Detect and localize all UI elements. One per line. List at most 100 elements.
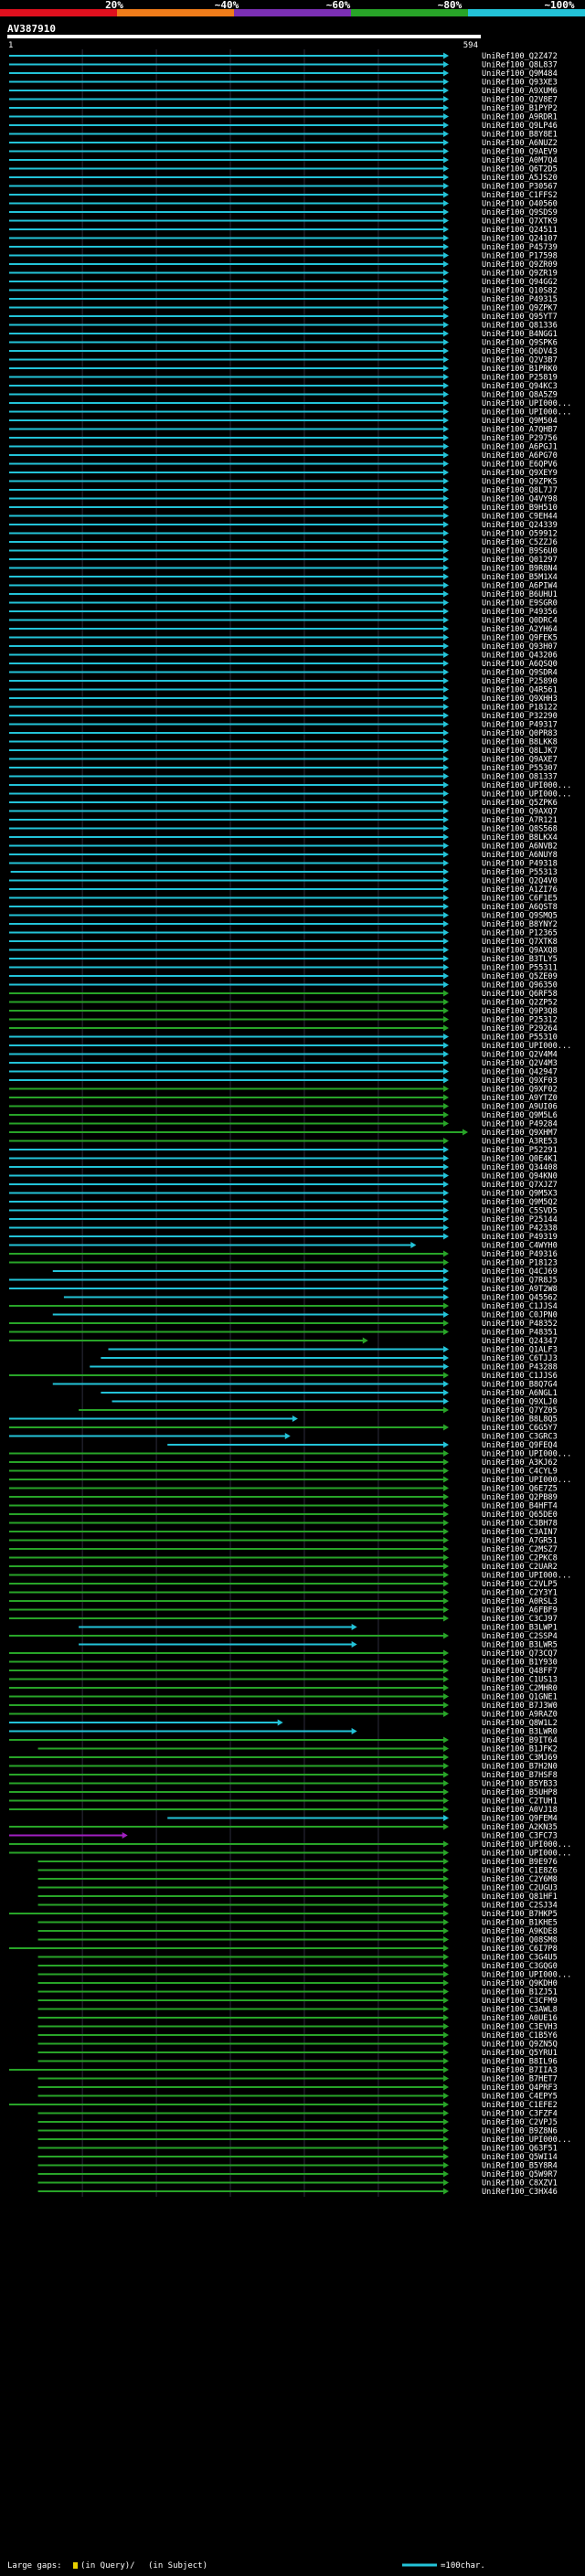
hit-label[interactable]: UniRef100_A7R121 — [482, 816, 558, 825]
hit-label[interactable]: UniRef100_UPI000... — [482, 408, 571, 418]
hit-label[interactable]: UniRef100_P17598 — [482, 252, 558, 261]
hit-label[interactable]: UniRef100_C3HX46 — [482, 2188, 558, 2197]
hit-label[interactable]: UniRef100_A9YTZ0 — [482, 1094, 558, 1103]
hit-label[interactable]: UniRef100_Q9LP46 — [482, 122, 558, 131]
hit-label[interactable]: UniRef100_Q5WI14 — [482, 2153, 558, 2162]
hit-label[interactable]: UniRef100_P49317 — [482, 721, 558, 730]
hit-label[interactable]: UniRef100_Q7XJZ7 — [482, 1181, 558, 1190]
hit-label[interactable]: UniRef100_Q9XHM7 — [482, 1129, 558, 1138]
hit-label[interactable]: UniRef100_C5ZZJ6 — [482, 538, 558, 547]
hit-label[interactable]: UniRef100_A0VJ18 — [482, 1806, 558, 1815]
hit-label[interactable]: UniRef100_A9RAZ0 — [482, 1711, 558, 1720]
hit-label[interactable]: UniRef100_UPI000... — [482, 1840, 571, 1850]
hit-label[interactable]: UniRef100_C2SJ34 — [482, 1902, 558, 1911]
hit-label[interactable]: UniRef100_Q2V4M3 — [482, 1059, 558, 1068]
hit-label[interactable]: UniRef100_A6QSQ0 — [482, 660, 558, 669]
hit-label[interactable]: UniRef100_Q24347 — [482, 1337, 558, 1346]
hit-label[interactable]: UniRef100_Q9AXQ8 — [482, 947, 558, 956]
hit-label[interactable]: UniRef100_A6NUZ2 — [482, 139, 558, 148]
hit-label[interactable]: UniRef100_Q9XF02 — [482, 1086, 558, 1095]
hit-label[interactable]: UniRef100_Q4CJ69 — [482, 1267, 558, 1277]
hit-label[interactable]: UniRef100_C2Y6M8 — [482, 1875, 558, 1884]
hit-label[interactable]: UniRef100_O59912 — [482, 530, 558, 539]
hit-label[interactable]: UniRef100_C3FZF4 — [482, 2110, 558, 2119]
hit-label[interactable]: UniRef100_Q9FEQ4 — [482, 1441, 558, 1450]
hit-label[interactable]: UniRef100_A9KDE8 — [482, 1927, 558, 1936]
hit-label[interactable]: UniRef100_B1PRK0 — [482, 365, 558, 374]
hit-label[interactable]: UniRef100_Q9ZR09 — [482, 260, 558, 270]
hit-label[interactable]: UniRef100_C1US13 — [482, 1676, 558, 1685]
hit-label[interactable]: UniRef100_Q2Z472 — [482, 52, 558, 61]
hit-label[interactable]: UniRef100_B3LWP1 — [482, 1624, 558, 1633]
hit-label[interactable]: UniRef100_C1EFE2 — [482, 2101, 558, 2110]
hit-label[interactable]: UniRef100_P25819 — [482, 374, 558, 383]
hit-label[interactable]: UniRef100_Q9AXE7 — [482, 756, 558, 765]
hit-label[interactable]: UniRef100_C0JPN0 — [482, 1311, 558, 1320]
hit-label[interactable]: UniRef100_C2UGU3 — [482, 1884, 558, 1893]
hit-label[interactable]: UniRef100_Q24339 — [482, 521, 558, 530]
hit-label[interactable]: UniRef100_Q9XLJ0 — [482, 1398, 558, 1407]
hit-label[interactable]: UniRef100_Q65DE0 — [482, 1511, 558, 1520]
hit-label[interactable]: UniRef100_P49318 — [482, 860, 558, 869]
hit-label[interactable]: UniRef100_Q08SM8 — [482, 1936, 558, 1945]
hit-label[interactable]: UniRef100_Q94GG2 — [482, 278, 558, 287]
hit-label[interactable]: UniRef100_P25890 — [482, 677, 558, 686]
hit-label[interactable]: UniRef100_Q9P3Q8 — [482, 1007, 558, 1016]
hit-label[interactable]: UniRef100_C3EVH3 — [482, 2023, 558, 2032]
hit-label[interactable]: UniRef100_Q43206 — [482, 652, 558, 661]
hit-label[interactable]: UniRef100_Q0E4K1 — [482, 1155, 558, 1164]
hit-label[interactable]: UniRef100_Q9SDR4 — [482, 669, 558, 678]
hit-label[interactable]: UniRef100_P49316 — [482, 1250, 558, 1259]
hit-label[interactable]: UniRef100_P18123 — [482, 1259, 558, 1268]
hit-label[interactable]: UniRef100_A3RE53 — [482, 1138, 558, 1147]
hit-label[interactable]: UniRef100_Q94KC3 — [482, 382, 558, 391]
hit-label[interactable]: UniRef100_C3CJ97 — [482, 1615, 558, 1624]
hit-label[interactable]: UniRef100_Q9FEM4 — [482, 1815, 558, 1824]
hit-label[interactable]: UniRef100_P55310 — [482, 1034, 558, 1043]
hit-label[interactable]: UniRef100_B7IIA3 — [482, 2066, 558, 2075]
hit-label[interactable]: UniRef100_Q8S568 — [482, 825, 558, 834]
hit-label[interactable]: UniRef100_C6G5Y7 — [482, 1424, 558, 1433]
hit-label[interactable]: UniRef100_B9E976 — [482, 1858, 558, 1867]
hit-label[interactable]: UniRef100_UPI000... — [482, 790, 571, 800]
hit-label[interactable]: UniRef100_P29264 — [482, 1024, 558, 1034]
hit-label[interactable]: UniRef100_A7GR51 — [482, 1537, 558, 1546]
hit-label[interactable]: UniRef100_Q9M5X3 — [482, 1190, 558, 1199]
hit-label[interactable]: UniRef100_C3GRC3 — [482, 1433, 558, 1442]
hit-label[interactable]: UniRef100_C3G4U5 — [482, 1954, 558, 1963]
hit-label[interactable]: UniRef100_Q6E7Z5 — [482, 1485, 558, 1494]
hit-label[interactable]: UniRef100_Q81336 — [482, 322, 558, 331]
hit-label[interactable]: UniRef100_B9S6U0 — [482, 547, 558, 557]
hit-label[interactable]: UniRef100_Q9ZPK7 — [482, 304, 558, 313]
hit-label[interactable]: UniRef100_A9XUM6 — [482, 87, 558, 96]
hit-label[interactable]: UniRef100_Q9M5Q2 — [482, 1198, 558, 1207]
hit-label[interactable]: UniRef100_C3FC73 — [482, 1832, 558, 1841]
hit-label[interactable]: UniRef100_Q4R561 — [482, 686, 558, 695]
hit-label[interactable]: UniRef100_Q63F51 — [482, 2145, 558, 2154]
hit-label[interactable]: UniRef100_Q48FF7 — [482, 1667, 558, 1676]
hit-label[interactable]: UniRef100_Q9M504 — [482, 417, 558, 426]
hit-label[interactable]: UniRef100_B8Q7G4 — [482, 1381, 558, 1390]
hit-label[interactable]: UniRef100_Q5YRU1 — [482, 2049, 558, 2058]
hit-label[interactable]: UniRef100_C4CYL9 — [482, 1468, 558, 1477]
hit-label[interactable]: UniRef100_Q01297 — [482, 556, 558, 565]
hit-label[interactable]: UniRef100_Q2V4M4 — [482, 1051, 558, 1060]
hit-label[interactable]: UniRef100_B3LWR0 — [482, 1728, 558, 1737]
hit-label[interactable]: UniRef100_Q93XE3 — [482, 79, 558, 88]
hit-label[interactable]: UniRef100_Q94KN0 — [482, 1172, 558, 1182]
hit-label[interactable]: UniRef100_B1KHE5 — [482, 1919, 558, 1928]
hit-label[interactable]: UniRef100_C1JJS6 — [482, 1372, 558, 1381]
hit-label[interactable]: UniRef100_Q9XHH3 — [482, 694, 558, 704]
hit-label[interactable]: UniRef100_A6PIW4 — [482, 582, 558, 591]
hit-label[interactable]: UniRef100_Q42947 — [482, 1068, 558, 1077]
hit-label[interactable]: UniRef100_Q9M5L6 — [482, 1111, 558, 1120]
hit-label[interactable]: UniRef100_UPI000... — [482, 1572, 571, 1581]
hit-label[interactable]: UniRef100_P48351 — [482, 1329, 558, 1338]
hit-label[interactable]: UniRef100_P52291 — [482, 1146, 558, 1155]
hit-label[interactable]: UniRef100_Q9ZR19 — [482, 270, 558, 279]
hit-label[interactable]: UniRef100_B7H2N0 — [482, 1763, 558, 1772]
hit-label[interactable]: UniRef100_P18122 — [482, 704, 558, 713]
hit-label[interactable]: UniRef100_Q4VY98 — [482, 495, 558, 504]
hit-label[interactable]: UniRef100_C1FFS2 — [482, 191, 558, 200]
hit-label[interactable]: UniRef100_Q9SDS9 — [482, 208, 558, 217]
